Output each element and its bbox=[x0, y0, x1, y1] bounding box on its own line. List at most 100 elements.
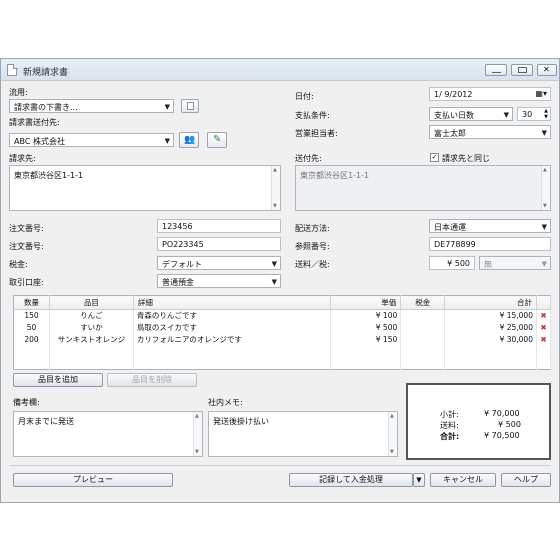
ship-label: 送付先: bbox=[295, 154, 322, 163]
column-header[interactable]: 税金 bbox=[400, 295, 446, 310]
delete-row-icon[interactable]: ✖ bbox=[536, 333, 552, 346]
detail-cell[interactable]: カリフォルニアのオレンジです bbox=[133, 333, 332, 346]
line-items-table: 数量 品目 詳細 単価 税金 合計 150 りんご 青森のりんごです ¥ 100… bbox=[13, 295, 552, 370]
pencil-icon: ✎ bbox=[213, 134, 222, 145]
delete-row-icon[interactable]: ✖ bbox=[536, 309, 552, 322]
record-button[interactable]: 記録して入金処理 bbox=[289, 473, 413, 487]
order-number-input[interactable]: 123456 bbox=[157, 219, 281, 233]
terms-days-stepper[interactable]: 30 ▲ ▼ bbox=[517, 107, 551, 121]
terms-label: 支払条件: bbox=[295, 111, 330, 120]
column-header[interactable]: 詳細 bbox=[133, 295, 332, 310]
maximize-button[interactable] bbox=[511, 64, 533, 76]
internal-memo-label: 社内メモ: bbox=[208, 398, 243, 407]
same-as-billing-label: 請求先と同じ bbox=[442, 154, 490, 163]
type-select[interactable]: 請求書の下書き... ▼ bbox=[9, 99, 174, 113]
chevron-down-icon: ▼ bbox=[164, 137, 170, 145]
tax-cell[interactable] bbox=[400, 321, 446, 334]
terms-days-value: 30 bbox=[522, 110, 533, 119]
item-cell[interactable]: すいか bbox=[49, 321, 134, 334]
remove-item-button[interactable]: 品目を削除 bbox=[107, 373, 197, 387]
chevron-down-icon: ▼ bbox=[541, 260, 547, 268]
record-dropdown-button[interactable]: ▼ bbox=[413, 473, 425, 487]
tax-select[interactable]: デフォルト ▼ bbox=[157, 256, 281, 270]
people-icon: 👥 bbox=[184, 135, 196, 145]
qty-cell[interactable]: 50 bbox=[13, 321, 50, 334]
shipping-total-value: ¥ 500 bbox=[498, 420, 521, 429]
chevron-down-icon: ▼ bbox=[416, 476, 422, 484]
cancel-button[interactable]: キャンセル bbox=[430, 473, 496, 487]
type-label: 流用: bbox=[9, 88, 28, 97]
edit-icon-button[interactable]: ✎ bbox=[207, 132, 227, 148]
internal-memo-field[interactable]: 発送後掛け払い bbox=[208, 411, 398, 457]
ref-label: 参照番号: bbox=[295, 242, 330, 251]
tax-cell[interactable] bbox=[400, 309, 446, 322]
account-select-value: 普通預金 bbox=[162, 278, 194, 287]
preview-button[interactable]: プレビュー bbox=[13, 473, 173, 487]
shipping-tax-select[interactable]: 無 ▼ bbox=[479, 256, 551, 270]
reference-input[interactable]: DE778899 bbox=[429, 237, 551, 251]
price-cell[interactable]: ¥ 100 bbox=[330, 309, 402, 322]
billto-select[interactable]: ABC 株式会社 ▼ bbox=[9, 133, 174, 147]
same-as-billing-checkbox[interactable]: ✓ bbox=[430, 153, 439, 162]
memo-label: 備考欄: bbox=[13, 398, 40, 407]
terms-select[interactable]: 支払い日数 ▼ bbox=[429, 107, 513, 121]
table-row-empty[interactable] bbox=[13, 357, 552, 370]
add-item-button[interactable]: 品目を追加 bbox=[13, 373, 103, 387]
scrollbar[interactable] bbox=[193, 412, 202, 456]
table-row-empty[interactable] bbox=[13, 345, 552, 358]
item-cell[interactable]: りんご bbox=[49, 309, 134, 322]
chevron-down-icon: ▼ bbox=[164, 103, 170, 111]
subtotal-label: 小計: bbox=[440, 410, 459, 419]
tax-select-value: デフォルト bbox=[162, 260, 202, 269]
minimize-button[interactable] bbox=[485, 64, 507, 76]
date-input[interactable]: 1/ 9/2012 ▦▾ bbox=[429, 87, 551, 101]
rep-select[interactable]: 富士太郎 ▼ bbox=[429, 125, 551, 139]
detail-cell[interactable]: 鳥取のスイカです bbox=[133, 321, 332, 334]
type-select-value: 請求書の下書き... bbox=[14, 103, 78, 112]
chevron-down-icon: ▼ bbox=[541, 223, 547, 231]
total-cell: ¥ 25,000 bbox=[444, 321, 537, 334]
ship-method-select[interactable]: 日本通運 ▼ bbox=[429, 219, 551, 233]
column-header[interactable]: 単価 bbox=[330, 295, 402, 310]
detail-cell[interactable]: 青森のりんごです bbox=[133, 309, 332, 322]
qty-cell[interactable]: 200 bbox=[13, 333, 50, 346]
calendar-icon[interactable]: ▦▾ bbox=[535, 89, 547, 98]
grand-total-value: ¥ 70,500 bbox=[484, 431, 520, 440]
price-cell[interactable]: ¥ 150 bbox=[330, 333, 402, 346]
close-button[interactable]: ✕ bbox=[537, 64, 557, 76]
qty-cell[interactable]: 150 bbox=[13, 309, 50, 322]
scrollbar[interactable] bbox=[388, 412, 397, 456]
scrollbar[interactable] bbox=[271, 166, 280, 210]
close-icon: ✕ bbox=[543, 65, 550, 74]
tax-label: 税金: bbox=[9, 260, 28, 269]
divider bbox=[9, 465, 551, 466]
shipping-address-field[interactable]: 東京都渋谷区1-1-1 bbox=[295, 165, 551, 211]
account-select[interactable]: 普通預金 ▼ bbox=[157, 274, 281, 288]
memo-field[interactable]: 月末までに発送 bbox=[13, 411, 203, 457]
billing-address-field[interactable]: 東京都渋谷区1-1-1 bbox=[9, 165, 281, 211]
table-row[interactable]: 150 りんご 青森のりんごです ¥ 100 ¥ 15,000 ✖ bbox=[13, 309, 552, 322]
column-header[interactable]: 合計 bbox=[444, 295, 537, 310]
po-number-input[interactable]: PO223345 bbox=[157, 237, 281, 251]
item-cell[interactable]: サンキストオレンジ bbox=[49, 333, 134, 346]
copy-icon-button[interactable] bbox=[181, 99, 199, 113]
spinner-icon[interactable]: ▲ ▼ bbox=[544, 108, 548, 120]
table-row[interactable]: 200 サンキストオレンジ カリフォルニアのオレンジです ¥ 150 ¥ 30,… bbox=[13, 333, 552, 346]
tax-cell[interactable] bbox=[400, 333, 446, 346]
account-label: 取引口座: bbox=[9, 278, 44, 287]
customer-icon-button[interactable]: 👥 bbox=[179, 132, 199, 148]
total-cell: ¥ 15,000 bbox=[444, 309, 537, 322]
column-header[interactable]: 品目 bbox=[49, 295, 134, 310]
delete-row-icon[interactable]: ✖ bbox=[536, 321, 552, 334]
table-row[interactable]: 50 すいか 鳥取のスイカです ¥ 500 ¥ 25,000 ✖ bbox=[13, 321, 552, 334]
title-bar[interactable]: 新規請求書 ✕ bbox=[1, 59, 559, 81]
price-cell[interactable]: ¥ 500 bbox=[330, 321, 402, 334]
minimize-icon bbox=[492, 72, 501, 73]
rep-label: 営業担当者: bbox=[295, 129, 338, 138]
shipping-amount-input[interactable]: ¥ 500 bbox=[429, 256, 475, 270]
help-button[interactable]: ヘルプ bbox=[501, 473, 551, 487]
column-header[interactable]: 数量 bbox=[13, 295, 50, 310]
date-value: 1/ 9/2012 bbox=[434, 90, 473, 99]
document-icon bbox=[7, 64, 18, 76]
scrollbar[interactable] bbox=[541, 166, 550, 210]
